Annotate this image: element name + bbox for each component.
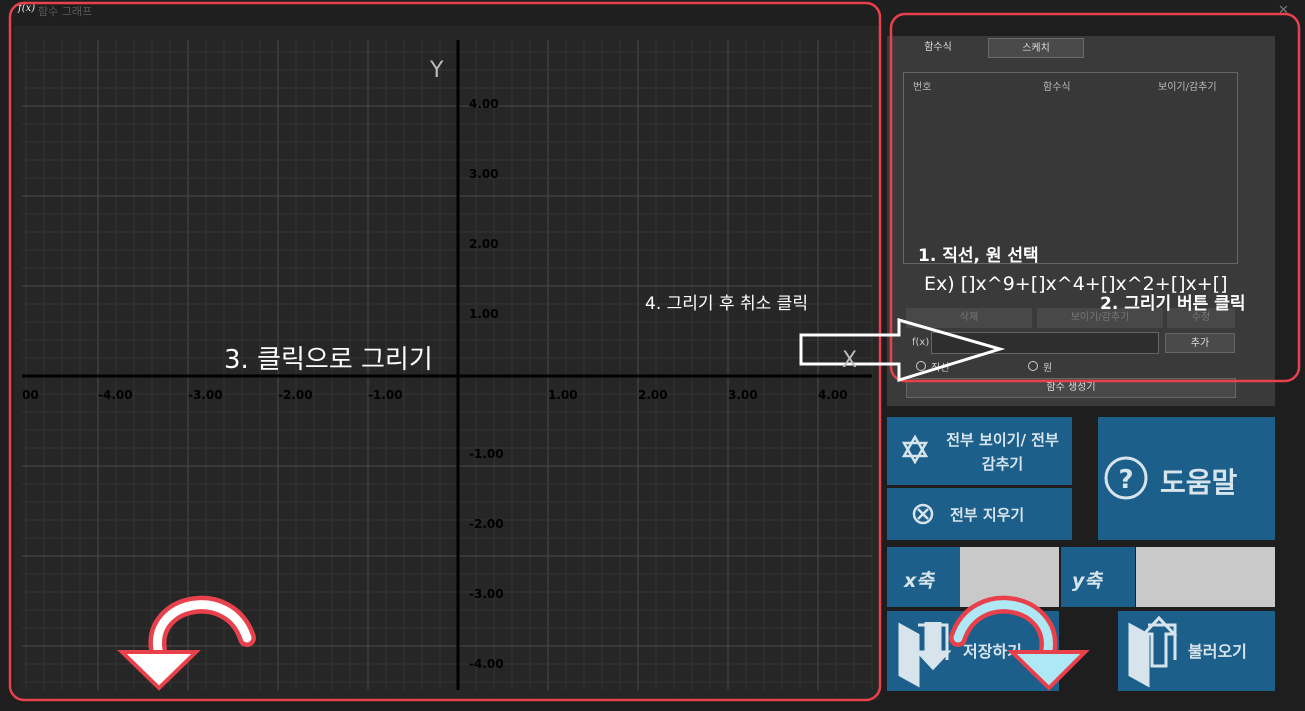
redo-arrow-icon [949,595,1090,691]
x-tick-label: 2.00 [638,388,668,402]
highlight-function-panel [889,12,1301,383]
x-tick-label: -4.00 [98,388,133,402]
save-icon [898,622,952,688]
question-icon: ? [1104,456,1148,500]
y-tick-label: -2.00 [469,517,504,531]
x-tick-label: -2.00 [278,388,313,402]
star-icon [901,434,929,465]
annotation-step3: 3. 클릭으로 그리기 [224,345,433,375]
graph-grid [22,40,873,690]
overlay-graphics: 00 -4.00 -3.00 -2.00 -1.00 1.00 2.00 3.00 4.00 4… [8,1,1301,702]
y-tick-label: 4.00 [469,97,499,111]
x-tick-label: -3.00 [188,388,223,402]
load-icon [1128,615,1178,688]
y-tick-label: -3.00 [469,587,504,601]
y-tick-label: 2.00 [469,237,499,251]
y-tick-label: -1.00 [469,447,504,461]
x-axis-letter: X [842,348,858,373]
y-axis-letter: Y [430,58,444,83]
x-tick-label: -1.00 [368,388,403,402]
x-tick-label: 1.00 [548,388,578,402]
x-tick-label: 3.00 [728,388,758,402]
x-tick-label: 4.00 [818,388,848,402]
annotation-step4: 4. 그리기 후 취소 클릭 [645,294,808,314]
y-tick-label: 1.00 [469,307,499,321]
y-tick-label: 3.00 [469,167,499,181]
erase-icon [912,503,934,525]
x-tick-label: 00 [22,388,39,402]
svg-text:?: ? [1118,465,1133,495]
annotation-step1: 1. 직선, 원 선택 [918,246,1039,266]
annotation-step2: 2. 그리기 버튼 클릭 [1100,294,1246,314]
y-tick-label: -4.00 [469,657,504,671]
